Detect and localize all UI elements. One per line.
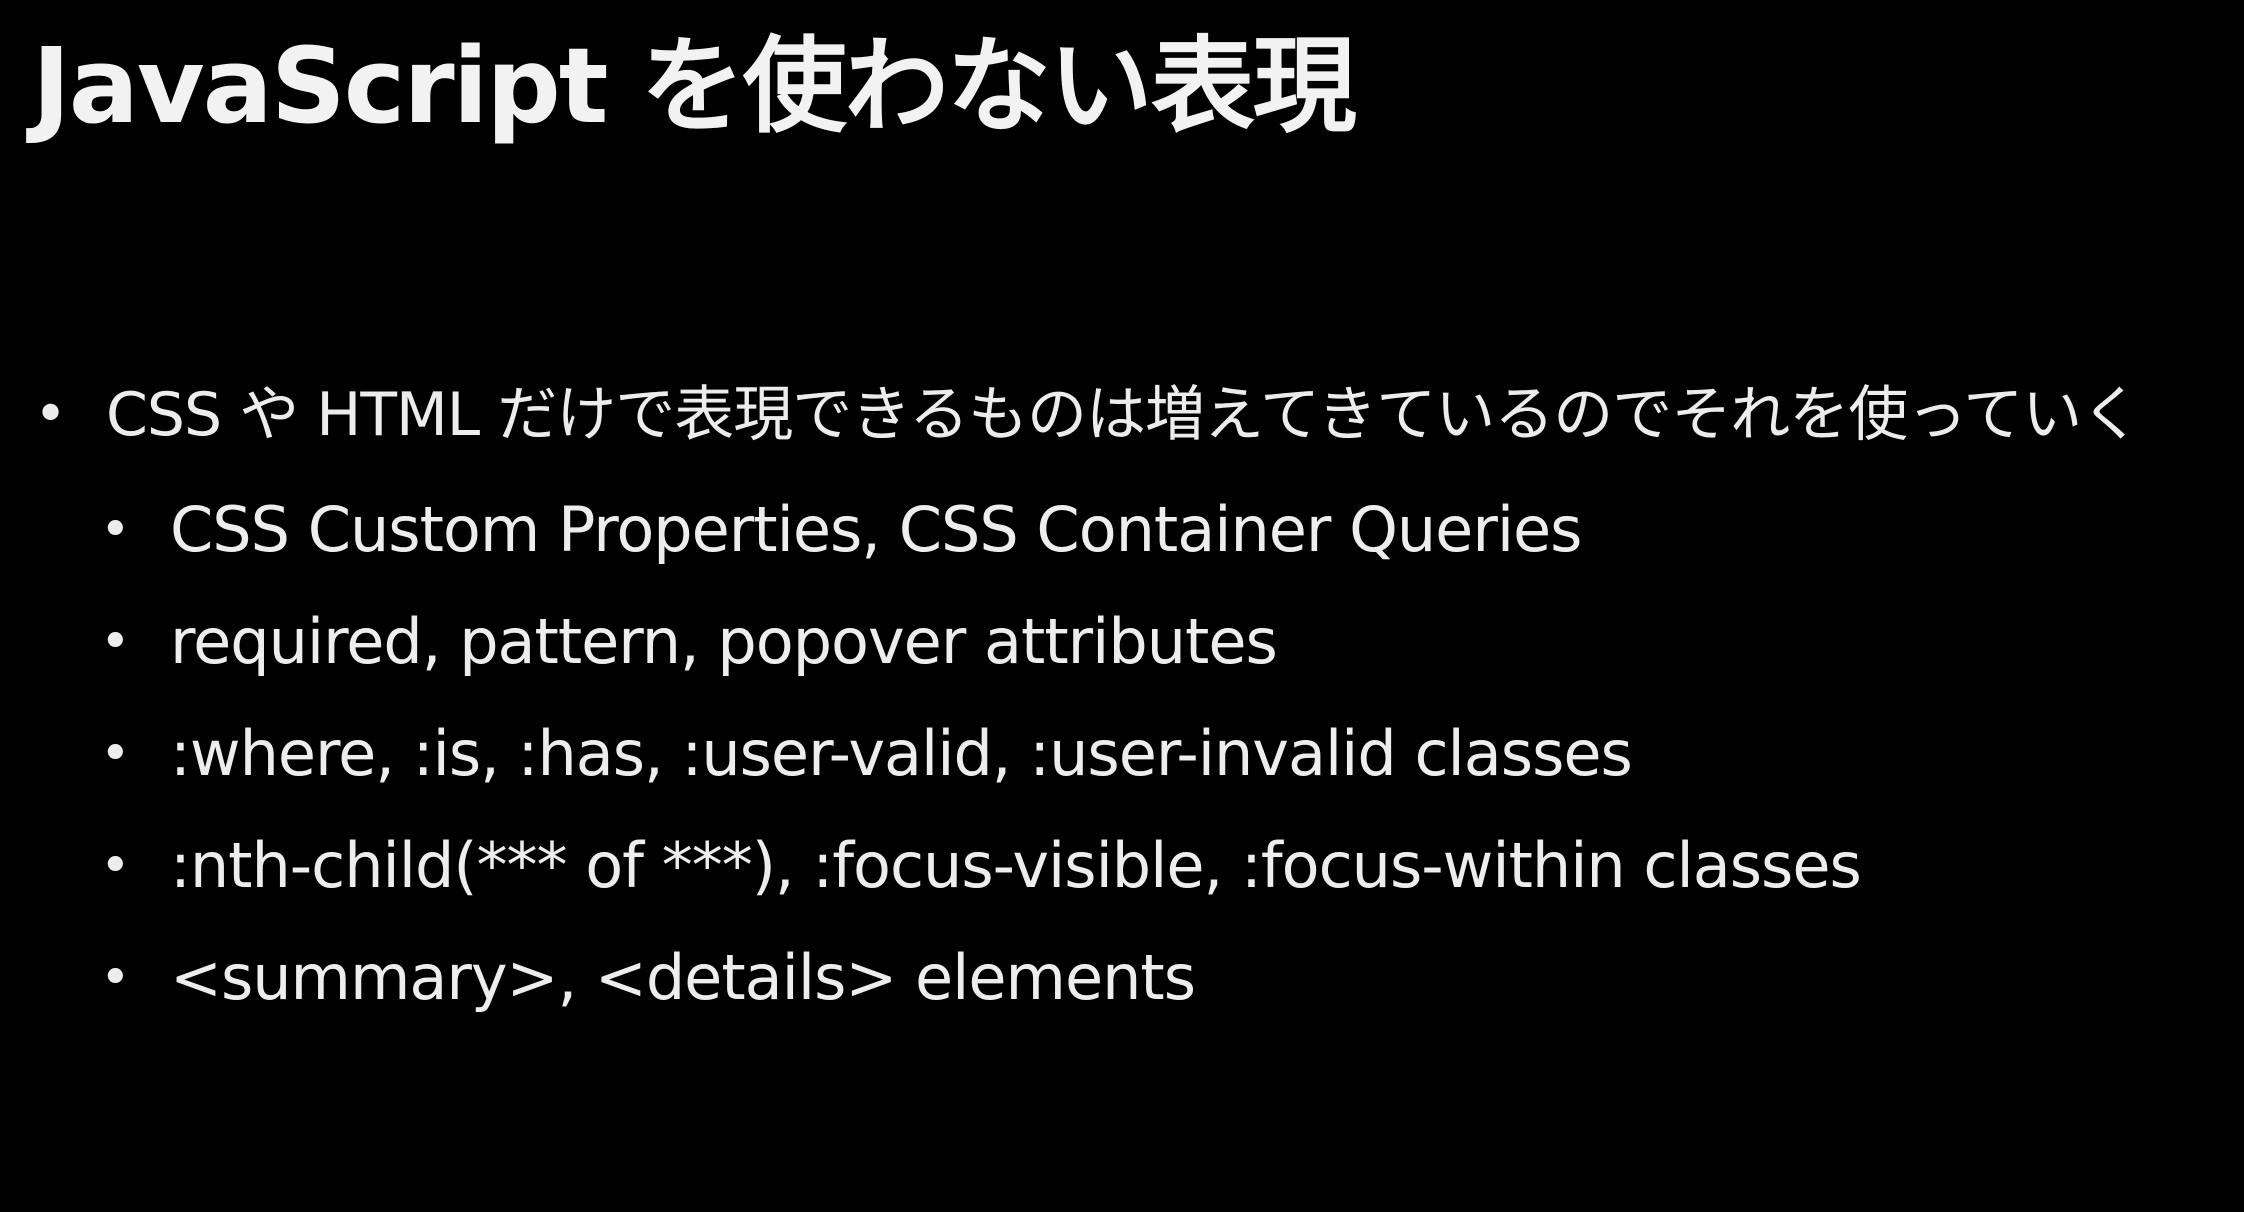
bullet-dot-icon: • [100,724,131,784]
sub-bullet-item: • <summary>, <details> elements [0,922,2244,1034]
sub-bullet-group: • CSS Custom Properties, CSS Container Q… [0,474,2244,1034]
bullet-dot-icon: • [100,836,131,896]
bullet-item-main: • CSS や HTML だけで表現できるものは増えてきているのでそれを使ってい… [0,358,2141,472]
sub-bullet-text: required, pattern, popover attributes [170,605,1278,678]
sub-bullet-text: <summary>, <details> elements [170,941,1196,1014]
sub-bullet-text: :nth-child(*** of ***), :focus-visible, … [170,829,1862,902]
sub-bullet-text: CSS Custom Properties, CSS Container Que… [170,493,1582,566]
bullet-dot-icon: • [34,382,68,447]
bullet-text-main: CSS や HTML だけで表現できるものは増えてきているのでそれを使っていく [106,380,2141,450]
sub-bullet-text: :where, :is, :has, :user-valid, :user-in… [170,717,1633,790]
slide-title: JavaScript を使わない表現 [32,25,1357,147]
sub-bullet-item: • :where, :is, :has, :user-valid, :user-… [0,698,2244,810]
bullet-dot-icon: • [100,948,131,1008]
bullet-dot-icon: • [100,612,131,672]
sub-bullet-item: • CSS Custom Properties, CSS Container Q… [0,474,2244,586]
sub-bullet-item: • :nth-child(*** of ***), :focus-visible… [0,810,2244,922]
bullet-dot-icon: • [100,500,131,560]
sub-bullet-list: • CSS Custom Properties, CSS Container Q… [0,474,2244,1034]
presentation-slide: JavaScript を使わない表現 • CSS や HTML だけで表現できる… [0,0,2244,1212]
sub-bullet-item: • required, pattern, popover attributes [0,586,2244,698]
bullet-list: • CSS や HTML だけで表現できるものは増えてきているのでそれを使ってい… [0,358,2244,1034]
